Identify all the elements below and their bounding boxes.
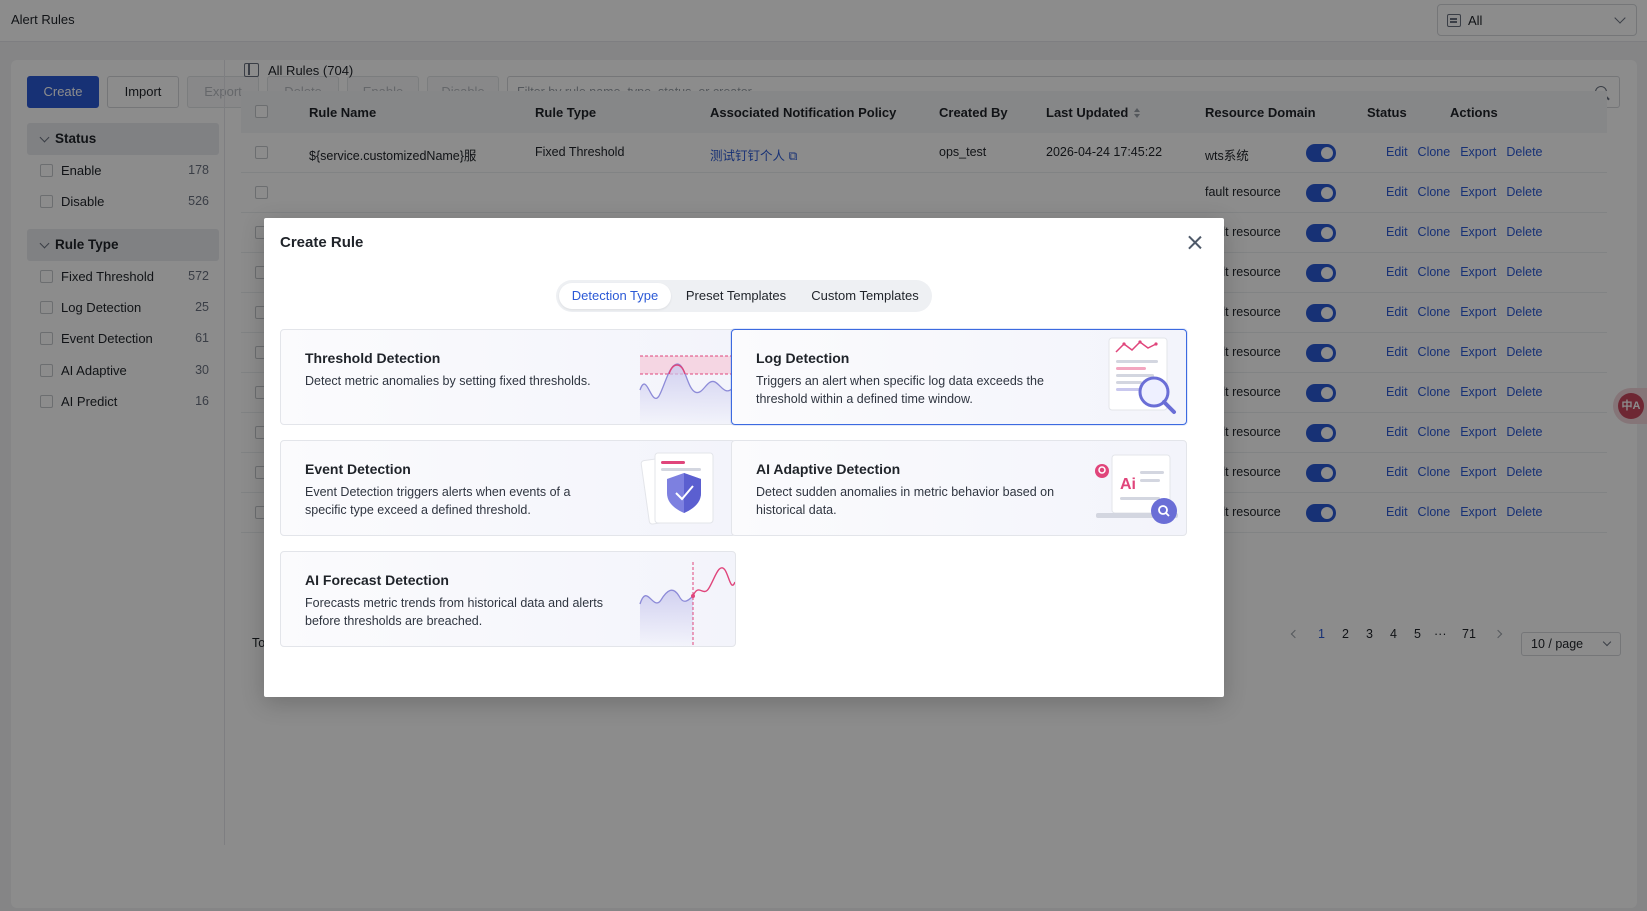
card-title: AI Forecast Detection [305,572,449,588]
svg-text:Ai: Ai [1120,476,1136,493]
close-icon[interactable] [1188,235,1202,249]
shield-icon [640,452,714,525]
card-title: Log Detection [756,350,850,366]
card-description: Triggers an alert when specific log data… [756,374,1044,406]
tab-preset-templates[interactable]: Preset Templates [673,283,799,309]
card-description: Event Detection triggers alerts when eve… [305,485,571,517]
card-ai-forecast-detection[interactable]: AI Forecast Detection Forecasts metric t… [280,551,736,647]
log-search-icon [1108,337,1176,414]
tab-detection-type[interactable]: Detection Type [559,283,671,309]
forecast-chart-icon [639,562,735,646]
card-description: Detect metric anomalies by setting fixed… [305,374,591,388]
card-event-detection[interactable]: Event Detection Event Detection triggers… [280,440,736,536]
threshold-chart-icon [639,355,735,424]
card-log-detection[interactable]: Log Detection Triggers an alert when spe… [731,329,1187,425]
card-title: Threshold Detection [305,350,441,366]
card-title: AI Adaptive Detection [756,461,901,477]
card-title: Event Detection [305,461,411,477]
detection-tabs: Detection Type Preset Templates Custom T… [556,280,932,312]
modal-title: Create Rule [280,234,364,251]
ai-laptop-icon: Ai [1095,454,1178,524]
card-ai-adaptive-detection[interactable]: AI Adaptive Detection Detect sudden anom… [731,440,1187,536]
card-description: Forecasts metric trends from historical … [305,596,604,628]
tab-custom-templates[interactable]: Custom Templates [801,283,929,309]
card-description: Detect sudden anomalies in metric behavi… [756,485,1055,517]
create-rule-modal: Create Rule Detection Type Preset Templa… [264,218,1224,697]
card-threshold-detection[interactable]: Threshold Detection Detect metric anomal… [280,329,736,425]
